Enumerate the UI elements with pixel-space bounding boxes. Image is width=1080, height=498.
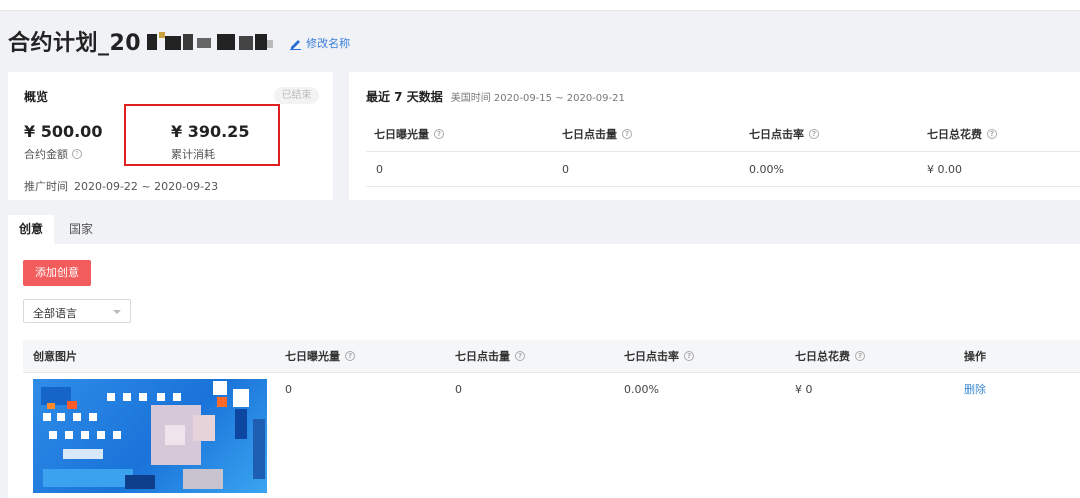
clicks-value: 0 bbox=[455, 382, 462, 396]
ctr-value: 0.00% bbox=[624, 382, 659, 396]
contract-amount: ¥ 500.00 bbox=[24, 122, 103, 141]
pencil-icon bbox=[290, 39, 302, 50]
redacted-title-part bbox=[143, 30, 275, 52]
creative-table-header: 创意图片 七日曝光量? 七日点击量? 七日点击率? 七日总花费? 操作 bbox=[23, 340, 1080, 373]
help-icon[interactable]: ? bbox=[855, 351, 865, 361]
contract-amount-label: 合约金额 bbox=[24, 148, 68, 161]
col-header: 七日曝光量? bbox=[285, 340, 355, 372]
impressions-value: 0 bbox=[376, 162, 383, 176]
page-title: 合约计划_20 bbox=[8, 31, 142, 56]
weekly-date-range: 美国时间 2020-09-15 ~ 2020-09-21 bbox=[450, 93, 625, 104]
clicks-value: 0 bbox=[562, 162, 569, 176]
top-bar bbox=[0, 0, 1080, 11]
creative-panel: 添加创意 全部语言 创意图片 七日曝光量? 七日点击量? 七日点击率? 七日总花… bbox=[8, 244, 1080, 498]
highlight-annotation-box bbox=[124, 104, 280, 166]
col-header: 七日曝光量? bbox=[374, 117, 444, 151]
add-creative-button[interactable]: 添加创意 bbox=[23, 260, 91, 286]
chevron-down-icon bbox=[113, 310, 121, 314]
status-badge: 已结束 bbox=[274, 87, 319, 104]
impressions-value: 0 bbox=[285, 382, 292, 396]
col-header: 七日总花费? bbox=[927, 117, 997, 151]
weekly-heading-row: 最近 7 天数据 美国时间 2020-09-15 ~ 2020-09-21 bbox=[366, 88, 625, 105]
title-row: 合约计划_20 修改名称 bbox=[8, 26, 350, 56]
edit-name-link[interactable]: 修改名称 bbox=[289, 35, 350, 51]
delete-link[interactable]: 删除 bbox=[964, 373, 986, 405]
help-icon[interactable]: ? bbox=[987, 129, 997, 139]
table-row: 0 0 0.00% ¥ 0.00 bbox=[366, 152, 1080, 187]
col-header: 操作 bbox=[964, 350, 986, 363]
col-header: 七日总花费? bbox=[795, 340, 865, 372]
promotion-time-label: 推广时间 bbox=[24, 180, 68, 193]
tab-country[interactable]: 国家 bbox=[54, 215, 108, 244]
weekly-heading: 最近 7 天数据 bbox=[366, 90, 443, 104]
help-icon[interactable]: ? bbox=[434, 129, 444, 139]
help-icon[interactable]: ? bbox=[622, 129, 632, 139]
overview-heading: 概览 bbox=[24, 90, 49, 104]
contract-amount-label-row: 合约金额 ? bbox=[24, 146, 82, 162]
spend-value: ¥ 0.00 bbox=[927, 162, 962, 176]
edit-name-label: 修改名称 bbox=[306, 37, 351, 50]
help-icon[interactable]: ? bbox=[345, 351, 355, 361]
promotion-time-value: 2020-09-22 ~ 2020-09-23 bbox=[74, 180, 219, 193]
tab-creative[interactable]: 创意 bbox=[8, 215, 54, 244]
col-header: 创意图片 bbox=[33, 350, 77, 363]
weekly-table-header: 七日曝光量? 七日点击量? 七日点击率? 七日总花费? bbox=[366, 117, 1080, 152]
language-select-value: 全部语言 bbox=[33, 307, 77, 320]
col-header: 七日点击量? bbox=[562, 117, 632, 151]
spend-value: ¥ 0 bbox=[795, 382, 813, 396]
help-icon[interactable]: ? bbox=[72, 149, 82, 159]
table-row: 0 0 0.00% ¥ 0 删除 bbox=[23, 373, 1080, 498]
help-icon[interactable]: ? bbox=[515, 351, 525, 361]
promotion-time: 推广时间 2020-09-22 ~ 2020-09-23 bbox=[24, 178, 218, 194]
help-icon[interactable]: ? bbox=[809, 129, 819, 139]
col-header: 七日点击率? bbox=[749, 117, 819, 151]
col-header: 七日点击量? bbox=[455, 340, 525, 372]
col-header: 七日点击率? bbox=[624, 340, 694, 372]
help-icon[interactable]: ? bbox=[684, 351, 694, 361]
language-select[interactable]: 全部语言 bbox=[23, 299, 131, 323]
weekly-data-card: 最近 7 天数据 美国时间 2020-09-15 ~ 2020-09-21 七日… bbox=[349, 72, 1080, 200]
creative-thumbnail[interactable] bbox=[33, 379, 267, 493]
ctr-value: 0.00% bbox=[749, 162, 784, 176]
